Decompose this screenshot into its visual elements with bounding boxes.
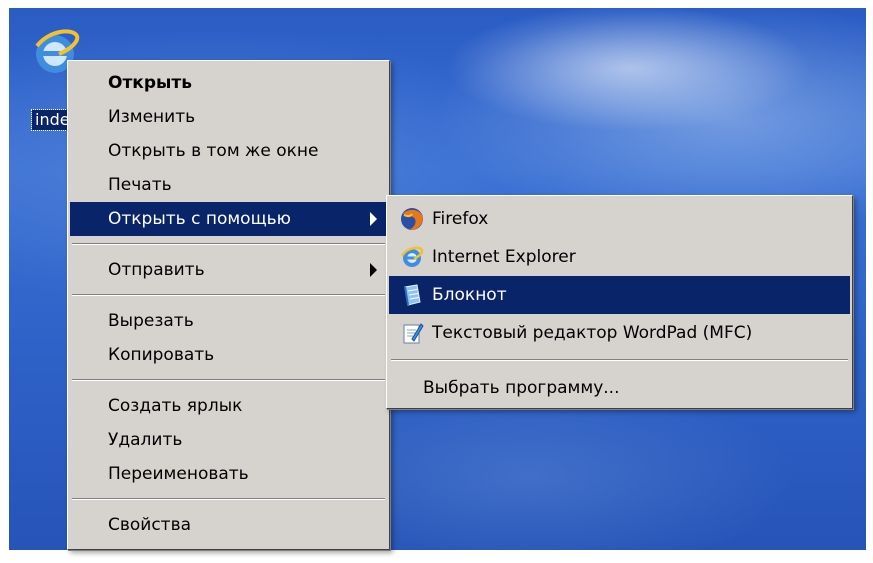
- menu-item-send-to[interactable]: Отправить: [70, 253, 387, 287]
- open-with-submenu: Firefox Internet Explorer Блокнот Тексто…: [386, 195, 853, 409]
- menu-item-open[interactable]: Открыть: [70, 66, 387, 100]
- submenu-arrow-icon: [370, 263, 377, 277]
- submenu-item-label: Firefox: [432, 209, 489, 229]
- submenu-arrow-icon: [370, 212, 377, 226]
- menu-item-create-shortcut[interactable]: Создать ярлык: [70, 389, 387, 423]
- menu-separator: [72, 498, 385, 500]
- notepad-icon: [404, 284, 421, 306]
- menu-item-properties[interactable]: Свойства: [70, 508, 387, 542]
- context-menu: Открыть Изменить Открыть в том же окне П…: [67, 60, 390, 550]
- submenu-item-wordpad[interactable]: Текстовый редактор WordPad (MFC): [389, 314, 850, 352]
- menu-item-copy[interactable]: Копировать: [70, 338, 387, 372]
- wordpad-icon: [403, 323, 424, 344]
- submenu-item-notepad[interactable]: Блокнот: [389, 276, 850, 314]
- menu-item-rename[interactable]: Переименовать: [70, 457, 387, 491]
- menu-item-open-with[interactable]: Открыть с помощью: [70, 202, 387, 236]
- menu-separator: [391, 359, 848, 361]
- menu-item-open-same-window[interactable]: Открыть в том же окне: [70, 134, 387, 168]
- menu-separator: [72, 294, 385, 296]
- submenu-item-label: Internet Explorer: [432, 247, 576, 267]
- submenu-item-internet-explorer[interactable]: Internet Explorer: [389, 238, 850, 276]
- firefox-icon: [401, 208, 423, 231]
- menu-item-cut[interactable]: Вырезать: [70, 304, 387, 338]
- submenu-item-choose-program[interactable]: Выбрать программу...: [389, 369, 850, 407]
- menu-item-send-to-label: Отправить: [108, 260, 205, 280]
- internet-explorer-icon: [400, 246, 424, 267]
- submenu-item-label: Текстовый редактор WordPad (MFC): [432, 323, 753, 343]
- submenu-item-label: Блокнот: [432, 285, 507, 305]
- menu-item-edit[interactable]: Изменить: [70, 100, 387, 134]
- menu-item-print[interactable]: Печать: [70, 168, 387, 202]
- menu-separator: [72, 379, 385, 381]
- menu-item-delete[interactable]: Удалить: [70, 423, 387, 457]
- submenu-item-firefox[interactable]: Firefox: [389, 200, 850, 238]
- menu-item-open-with-label: Открыть с помощью: [108, 209, 291, 229]
- menu-separator: [72, 243, 385, 245]
